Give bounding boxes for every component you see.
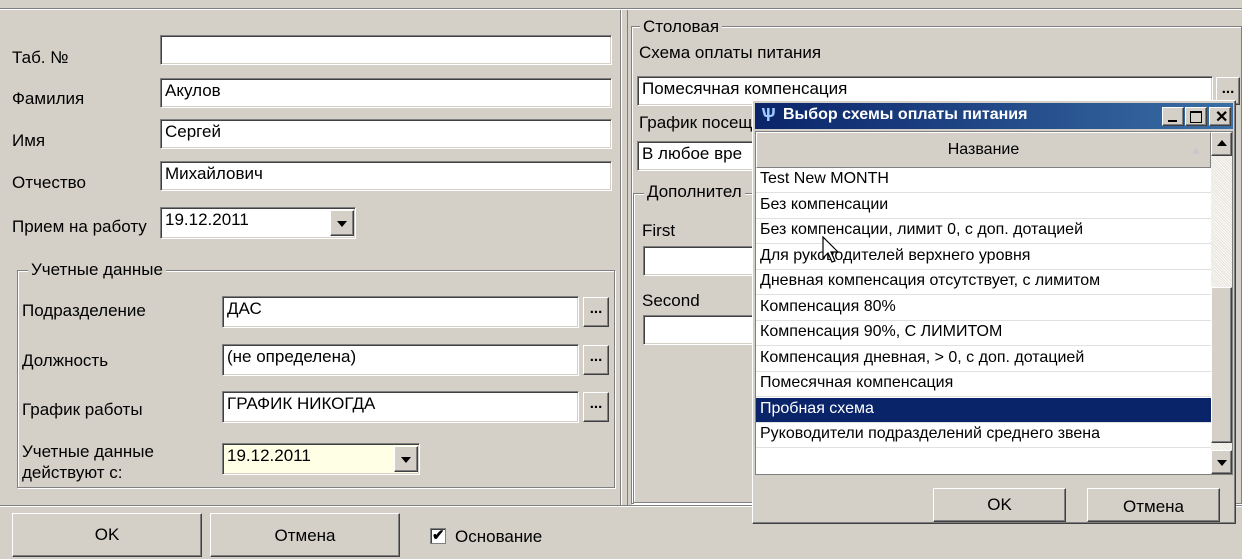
scroll-up-button[interactable] <box>1211 132 1232 156</box>
surname-label: Фамилия <box>12 89 85 108</box>
valid-from-label-line2: действуют с: <box>22 463 123 482</box>
minimize-button[interactable] <box>1162 107 1184 126</box>
chevron-down-icon <box>337 221 347 227</box>
second-label: Second <box>642 291 700 310</box>
list-item[interactable]: Помесячная компенсация <box>756 372 1211 397</box>
first-input[interactable] <box>643 246 763 276</box>
hire-date-label: Прием на работу <box>12 217 147 236</box>
sort-arrow-icon: ▲ <box>1190 143 1202 157</box>
second-input[interactable] <box>643 315 763 345</box>
scheme-list[interactable]: Название ▲ Test New MONTH Без компенсации… <box>755 131 1233 475</box>
dialog-title: Выбор схемы оплаты питания <box>783 106 1028 123</box>
dialog-title-bar[interactable]: Ѱ Выбор схемы оплаты питания ✕ <box>755 103 1233 129</box>
position-label: Должность <box>22 351 109 370</box>
chevron-down-icon <box>401 457 411 463</box>
panel-splitter[interactable] <box>620 10 628 506</box>
schedule-ellipsis-button[interactable]: ... <box>583 392 609 422</box>
list-item[interactable]: Test New MONTH <box>756 168 1211 193</box>
accounting-legend: Учетные данные <box>28 260 166 280</box>
ok-button[interactable]: OK <box>12 513 202 557</box>
app-icon: Ѱ <box>761 105 776 125</box>
position-ellipsis-button[interactable]: ... <box>583 345 609 375</box>
scheme-rows: Test New MONTH Без компенсации Без компенс… <box>756 168 1211 474</box>
list-item[interactable]: Компенсация дневная, > 0, с доп. дотацие… <box>756 346 1211 372</box>
column-header-name[interactable]: Название ▲ <box>756 132 1211 168</box>
hire-date-value: 19.12.2011 <box>165 210 249 229</box>
cancel-button[interactable]: Отмена <box>210 513 400 557</box>
close-icon: ✕ <box>1215 109 1229 126</box>
chevron-up-icon <box>1216 140 1227 146</box>
tab-no-input[interactable] <box>160 35 612 65</box>
close-button[interactable]: ✕ <box>1209 107 1231 126</box>
department-label: Подразделение <box>22 301 146 320</box>
name-label: Имя <box>12 131 46 150</box>
maximize-button[interactable] <box>1185 107 1207 126</box>
schedule-input[interactable]: ГРАФИК НИКОГДА <box>222 391 579 423</box>
dialog-ok-button[interactable]: OK <box>933 488 1066 522</box>
chevron-down-icon <box>1216 460 1227 466</box>
valid-from-dropdown-button[interactable] <box>394 446 418 472</box>
patronymic-input[interactable]: Михайлович <box>160 161 612 191</box>
valid-from-label-line1: Учетные данные <box>22 442 154 461</box>
scroll-down-button[interactable] <box>1211 450 1232 474</box>
first-label: First <box>642 221 676 240</box>
position-input[interactable]: (не определена) <box>222 344 579 376</box>
maximize-icon <box>1190 111 1202 123</box>
list-item[interactable]: Компенсация 80% <box>756 295 1211 321</box>
minimize-icon <box>1168 120 1177 122</box>
list-item[interactable]: Компенсация 90%, С ЛИМИТОМ <box>756 321 1211 346</box>
surname-input[interactable]: Акулов <box>160 78 612 108</box>
patronymic-label: Отчество <box>12 173 86 192</box>
list-item[interactable]: Пробная схема <box>756 397 1211 423</box>
list-item[interactable]: Дневная компенсация отсутствует, с лимит… <box>756 270 1211 295</box>
valid-from-combo[interactable]: 19.12.2011 <box>222 443 420 475</box>
vertical-scrollbar[interactable] <box>1211 132 1232 474</box>
checkmark-icon: ✔ <box>432 527 445 544</box>
visit-schedule-input[interactable]: В любое вре <box>637 141 767 171</box>
list-item[interactable]: Руководители подразделений среднего звен… <box>756 423 1211 448</box>
dialog-cancel-button[interactable]: Отмена <box>1087 488 1220 522</box>
list-item[interactable]: Без компенсации <box>756 193 1211 219</box>
name-input[interactable]: Сергей <box>160 119 612 149</box>
basis-checkbox[interactable]: ✔ <box>430 527 446 544</box>
valid-from-value: 19.12.2011 <box>227 446 311 465</box>
additional-legend: Дополнител <box>644 182 745 202</box>
basis-checkbox-label: Основание <box>455 527 543 546</box>
hire-date-dropdown-button[interactable] <box>330 210 354 236</box>
hire-date-combo[interactable]: 19.12.2011 <box>160 207 356 239</box>
canteen-legend: Столовая <box>640 17 723 37</box>
mouse-cursor-icon <box>822 236 840 263</box>
department-ellipsis-button[interactable]: ... <box>583 297 609 327</box>
schedule-label: График работы <box>22 400 143 419</box>
department-input[interactable]: ДАС <box>222 296 579 328</box>
scroll-thumb[interactable] <box>1211 287 1232 443</box>
tab-no-label: Таб. № <box>12 48 69 67</box>
scheme-dialog: Ѱ Выбор схемы оплаты питания ✕ Название … <box>752 100 1236 524</box>
visit-schedule-label: График посещ <box>639 113 753 132</box>
payment-scheme-label: Схема оплаты питания <box>639 43 822 62</box>
